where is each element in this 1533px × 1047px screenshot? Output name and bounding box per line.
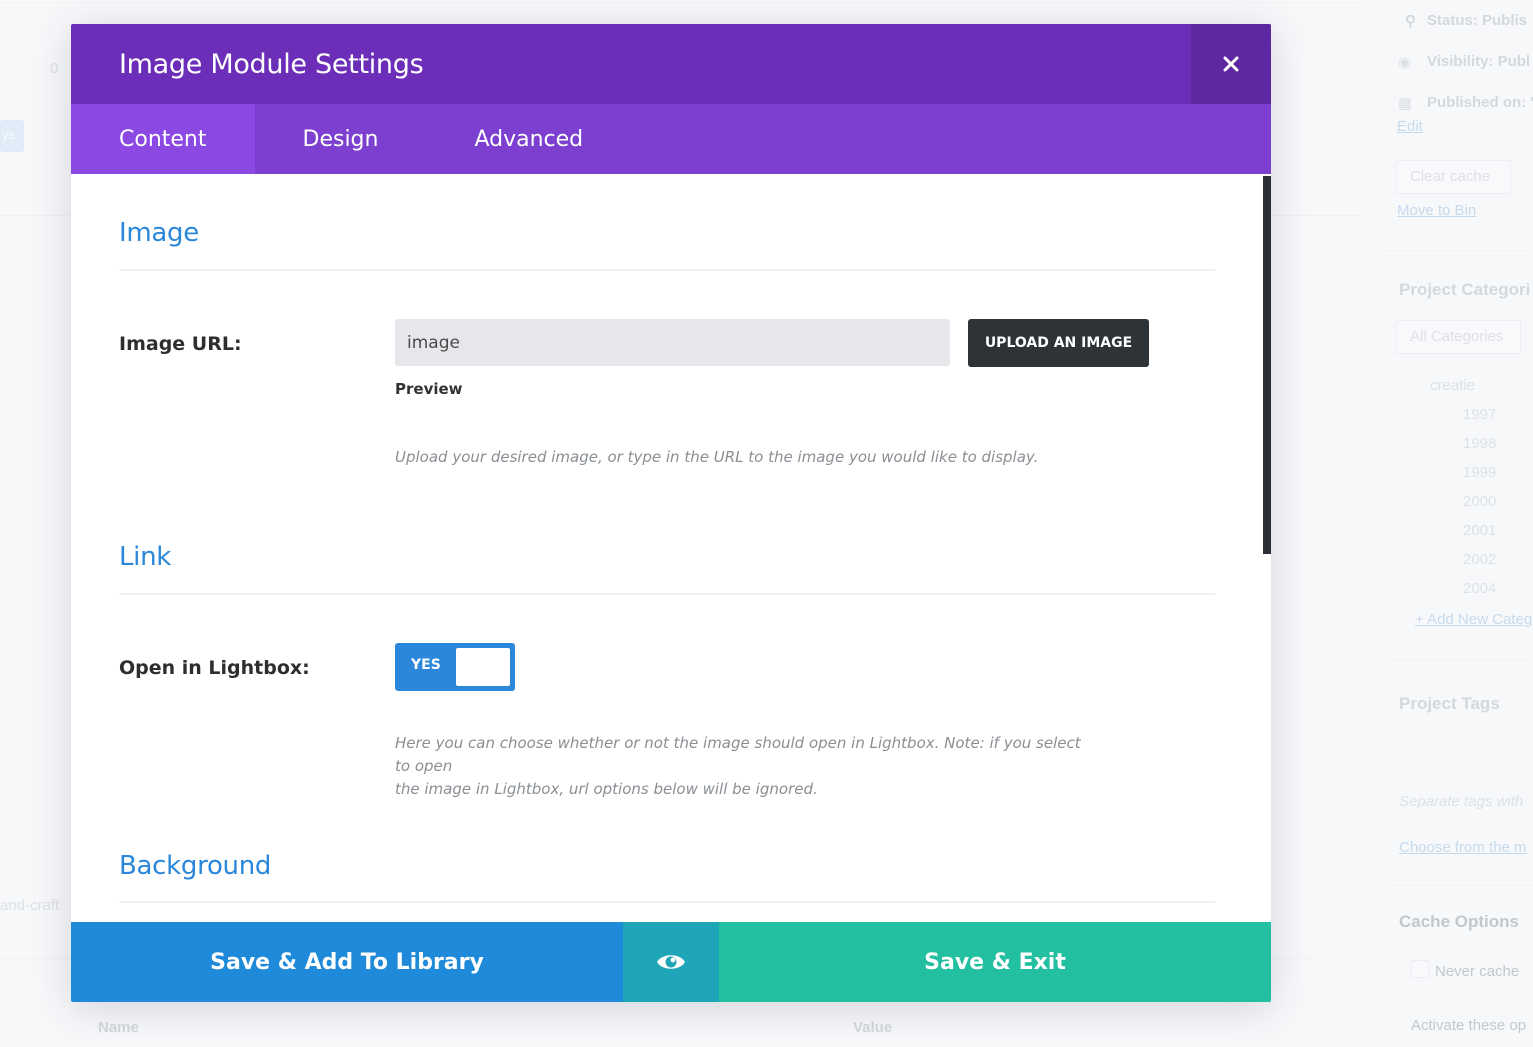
save-exit-button[interactable]: Save & Exit (719, 922, 1271, 1002)
close-icon (1223, 56, 1239, 72)
bg-activate: Activate these op (1411, 1017, 1527, 1034)
bg-checkbox (1411, 960, 1429, 978)
bg-col-name: Name (98, 1019, 139, 1036)
bg-add-category: + Add New Categ (1415, 611, 1533, 628)
save-add-to-library-button[interactable]: Save & Add To Library (71, 922, 623, 1002)
section-title-image[interactable]: Image (119, 218, 199, 248)
bg-move-to-bin: Move to Bin (1397, 202, 1477, 219)
bg-never-cache: Never cache (1435, 963, 1520, 980)
toggle-knob (456, 648, 510, 686)
bg-edit-link: Edit (1397, 118, 1423, 135)
section-title-background[interactable]: Background (119, 851, 271, 881)
bg-visibility: Visibility: Publ (1427, 53, 1531, 70)
image-url-label: Image URL: (119, 333, 242, 355)
tab-design[interactable]: Design (255, 104, 427, 174)
lightbox-help-line: the image in Lightbox, url options below… (395, 780, 818, 798)
bg-year: 2001 (1463, 522, 1497, 539)
pin-icon: ⚲ (1405, 13, 1416, 30)
bg-divider (0, 2, 1360, 3)
bg-choose-from: Choose from the m (1399, 839, 1527, 856)
calendar-icon: ▦ (1398, 95, 1413, 112)
lightbox-help-text: Here you can choose whether or not the i… (395, 732, 1095, 801)
bg-year: 2004 (1463, 580, 1497, 597)
tab-bar: Content Design Advanced (71, 104, 1271, 174)
preview-button[interactable] (623, 922, 719, 1002)
bg-all-categories: All Categories (1410, 328, 1504, 345)
bg-year: 1997 (1463, 406, 1497, 423)
eye-icon (657, 955, 685, 969)
bg-year: 1998 (1463, 435, 1497, 452)
modal-title: Image Module Settings (119, 49, 424, 80)
section-divider (119, 901, 1215, 903)
image-help-text: Upload your desired image, or type in th… (395, 448, 1039, 466)
close-button[interactable] (1191, 24, 1271, 104)
bg-year: 1999 (1463, 464, 1497, 481)
bg-divider (1385, 660, 1533, 661)
toggle-value: YES (411, 657, 441, 673)
bg-slug: and-craft (0, 897, 60, 914)
lightbox-toggle[interactable]: YES (395, 643, 515, 691)
modal-footer: Save & Add To Library Save & Exit (71, 922, 1271, 1002)
bg-published: Published on: ' (1427, 94, 1533, 111)
bg-col-value: Value (853, 1019, 893, 1036)
modal-header: Image Module Settings (71, 24, 1271, 104)
preview-label: Preview (395, 380, 463, 398)
lightbox-label: Open in Lightbox: (119, 657, 310, 679)
section-title-link[interactable]: Link (119, 542, 171, 572)
bg-project-tags: Project Tags (1399, 694, 1500, 713)
section-divider (119, 593, 1215, 595)
lightbox-help-line: Here you can choose whether or not the i… (395, 734, 1081, 775)
bg-project-categories: Project Categori (1399, 280, 1531, 299)
bg-divider (1385, 885, 1533, 886)
image-url-input[interactable] (395, 319, 950, 366)
section-divider (119, 269, 1215, 271)
bg-cache-options: Cache Options (1399, 912, 1519, 931)
bg-count: 0 (50, 60, 59, 77)
tab-content[interactable]: Content (71, 104, 255, 174)
bg-chip-label: ys (2, 127, 15, 142)
tab-advanced[interactable]: Advanced (426, 104, 631, 174)
settings-body: Image Image URL: UPLOAD AN IMAGE Preview… (71, 174, 1271, 922)
bg-year: 2002 (1463, 551, 1497, 568)
scrollbar[interactable] (1263, 176, 1271, 554)
bg-status: Status: Publis (1427, 12, 1528, 29)
bg-separate-tags: Separate tags with (1399, 793, 1524, 810)
eye-icon: ◉ (1398, 54, 1412, 71)
bg-clear-cache: Clear cache (1410, 168, 1491, 185)
bg-year: 2000 (1463, 493, 1497, 510)
settings-modal: Image Module Settings Content Design Adv… (71, 24, 1271, 1002)
bg-divider (1385, 250, 1533, 251)
bg-category: creatie (1430, 377, 1476, 394)
upload-image-button[interactable]: UPLOAD AN IMAGE (968, 319, 1149, 367)
